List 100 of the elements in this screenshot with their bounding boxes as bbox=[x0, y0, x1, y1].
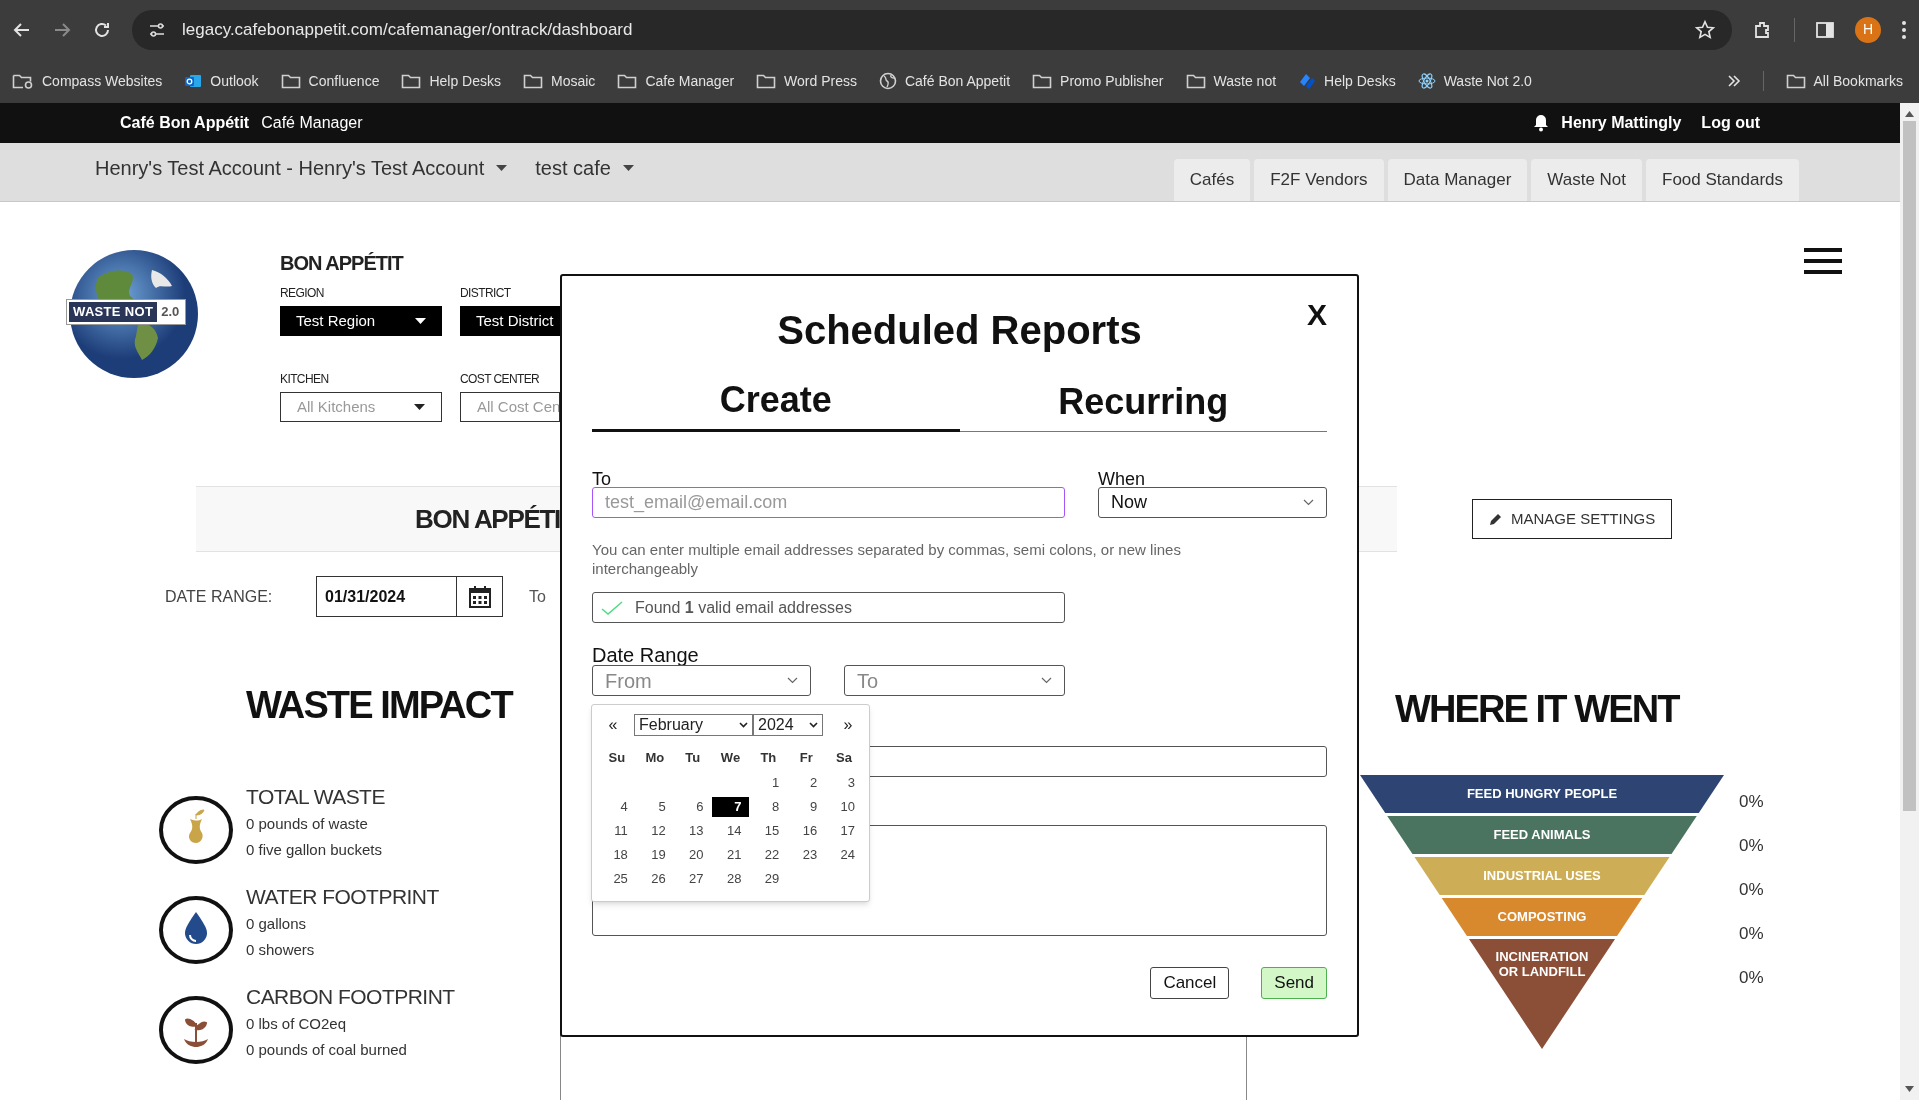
nav-tab[interactable]: Waste Not bbox=[1531, 159, 1643, 201]
calendar-day[interactable]: 13 bbox=[673, 821, 712, 841]
nav-tab[interactable]: Data Manager bbox=[1387, 159, 1528, 201]
calendar-day[interactable]: 22 bbox=[749, 845, 788, 865]
next-month-button[interactable]: » bbox=[833, 713, 863, 737]
calendar-day[interactable]: 28 bbox=[711, 869, 750, 889]
calendar-day[interactable]: 15 bbox=[749, 821, 788, 841]
chevrons-icon[interactable] bbox=[1726, 75, 1741, 87]
calendar-day[interactable]: 20 bbox=[673, 845, 712, 865]
scroll-down-icon[interactable] bbox=[1905, 1086, 1914, 1092]
impact-value: 0 showers bbox=[246, 940, 316, 960]
bookmark[interactable]: Compass Websites bbox=[12, 70, 163, 92]
calendar-day[interactable]: 4 bbox=[598, 797, 636, 817]
cancel-button[interactable]: Cancel bbox=[1150, 967, 1230, 999]
scroll-up-icon[interactable] bbox=[1905, 111, 1914, 117]
tab[interactable]: Recurring bbox=[959, 375, 1327, 432]
calendar-day[interactable]: 6 bbox=[673, 797, 712, 817]
calendar-day[interactable]: 17 bbox=[825, 821, 863, 841]
calendar-day[interactable]: 27 bbox=[673, 869, 712, 889]
funnel-label: FEED HUNGRY PEOPLE bbox=[1466, 786, 1618, 801]
bookmark[interactable]: Outlook bbox=[184, 70, 259, 92]
date-select[interactable]: From bbox=[592, 665, 811, 696]
bookmark[interactable]: Promo Publisher bbox=[1032, 70, 1164, 92]
user-name[interactable]: Henry Mattingly bbox=[1561, 111, 1682, 135]
nav-tab[interactable]: F2F Vendors bbox=[1254, 159, 1384, 201]
bookmark[interactable]: Waste Not 2.0 bbox=[1417, 70, 1532, 92]
bookmark[interactable]: Help Desks bbox=[1298, 70, 1396, 92]
scroll-thumb[interactable] bbox=[1903, 121, 1916, 811]
calendar-day[interactable]: 5 bbox=[635, 797, 674, 817]
calendar-day[interactable]: 24 bbox=[825, 845, 863, 865]
date-field[interactable]: 01/31/2024 bbox=[316, 576, 503, 617]
bookmark[interactable]: Word Press bbox=[756, 70, 857, 92]
year-select[interactable]: 2024 bbox=[753, 714, 823, 736]
select-field[interactable]: Test District bbox=[460, 306, 560, 336]
bookmark[interactable]: Waste not bbox=[1185, 70, 1277, 92]
when-select[interactable]: Now bbox=[1098, 487, 1327, 518]
caret-icon[interactable] bbox=[415, 318, 426, 324]
bookmark[interactable]: Mosaic bbox=[523, 70, 596, 92]
calendar-day[interactable]: 10 bbox=[825, 797, 863, 817]
side-panel-icon[interactable] bbox=[1815, 19, 1835, 40]
app-name[interactable]: Café Manager bbox=[261, 111, 363, 135]
funnel-label: COMPOSTING bbox=[1497, 909, 1587, 924]
calendar-day[interactable]: 18 bbox=[598, 845, 636, 865]
mail-icon bbox=[184, 73, 203, 89]
bookmark[interactable]: Cafe Manager bbox=[617, 70, 735, 92]
section-title: WHERE IT WENT bbox=[1395, 687, 1679, 732]
weekday-label: Mo bbox=[644, 749, 666, 768]
calendar-day[interactable]: 3 bbox=[825, 773, 863, 793]
more-icon[interactable] bbox=[1901, 19, 1907, 40]
impact-title: TOTAL WASTE bbox=[246, 784, 385, 810]
send-button[interactable]: Send bbox=[1261, 967, 1327, 999]
close-button[interactable]: X bbox=[1307, 300, 1327, 330]
atom-icon bbox=[1417, 72, 1436, 90]
calendar-day[interactable]: 7 bbox=[711, 797, 750, 817]
calendar-day[interactable]: 25 bbox=[598, 869, 636, 889]
calendar-icon[interactable] bbox=[467, 584, 492, 609]
bookmark[interactable]: Confluence bbox=[280, 70, 380, 92]
menu-icon[interactable] bbox=[1804, 248, 1842, 274]
calendar-day[interactable]: 29 bbox=[749, 869, 788, 889]
email-field[interactable]: test_email@email.com bbox=[592, 487, 1065, 518]
date-select[interactable]: To bbox=[844, 665, 1065, 696]
percent-value: 0% bbox=[1739, 923, 1764, 945]
address-bar[interactable]: legacy.cafebonappetit.com/cafemanager/ontrack/dashboard bbox=[132, 9, 1732, 50]
nav-tab[interactable]: Food Standards bbox=[1646, 159, 1799, 201]
tab[interactable]: Create bbox=[592, 373, 960, 432]
brand-name[interactable]: Café Bon Appétit bbox=[120, 111, 250, 135]
scrollbar[interactable] bbox=[1900, 103, 1919, 1100]
calendar-day[interactable]: 14 bbox=[711, 821, 750, 841]
calendar-day[interactable]: 2 bbox=[787, 773, 826, 793]
account-dropdown[interactable]: Henry's Test Account - Henry's Test Account bbox=[95, 153, 508, 183]
logout-link[interactable]: Log out bbox=[1701, 111, 1760, 135]
percent-value: 0% bbox=[1739, 879, 1764, 901]
calendar-day[interactable]: 23 bbox=[787, 845, 826, 865]
calendar-day[interactable]: 8 bbox=[749, 797, 788, 817]
calendar-day[interactable]: 19 bbox=[635, 845, 674, 865]
cafe-dropdown[interactable]: test cafe bbox=[535, 153, 634, 183]
month-select[interactable]: February bbox=[634, 714, 753, 736]
caret-icon[interactable] bbox=[414, 404, 425, 410]
caret-icon[interactable] bbox=[496, 165, 508, 171]
nav-tab[interactable]: Cafés bbox=[1173, 159, 1251, 201]
calendar-day[interactable]: 1 bbox=[749, 773, 788, 793]
calendar-day[interactable]: 11 bbox=[598, 821, 636, 841]
caret-icon[interactable] bbox=[622, 165, 634, 171]
select-field[interactable]: Test Region bbox=[280, 306, 442, 336]
bookmark[interactable]: Café Bon Appetit bbox=[878, 70, 1011, 92]
calendar-day[interactable]: 12 bbox=[635, 821, 674, 841]
manage-settings-button[interactable]: MANAGE SETTINGS bbox=[1472, 499, 1673, 539]
calendar-day[interactable]: 21 bbox=[711, 845, 750, 865]
bookmark[interactable]: All Bookmarks bbox=[1785, 70, 1903, 92]
star-icon[interactable] bbox=[1694, 18, 1716, 41]
folder-icon bbox=[401, 73, 422, 89]
weekday-label: Su bbox=[607, 749, 627, 768]
calendar-day[interactable]: 26 bbox=[635, 869, 674, 889]
calendar-day[interactable]: 16 bbox=[787, 821, 826, 841]
calendar-day[interactable]: 9 bbox=[787, 797, 826, 817]
bell-icon[interactable] bbox=[1533, 114, 1550, 132]
site-settings-icon[interactable] bbox=[148, 20, 166, 39]
weekday-label: Fr bbox=[798, 749, 814, 768]
previous-month-button[interactable]: « bbox=[598, 713, 628, 737]
bookmark[interactable]: Help Desks bbox=[401, 70, 501, 92]
